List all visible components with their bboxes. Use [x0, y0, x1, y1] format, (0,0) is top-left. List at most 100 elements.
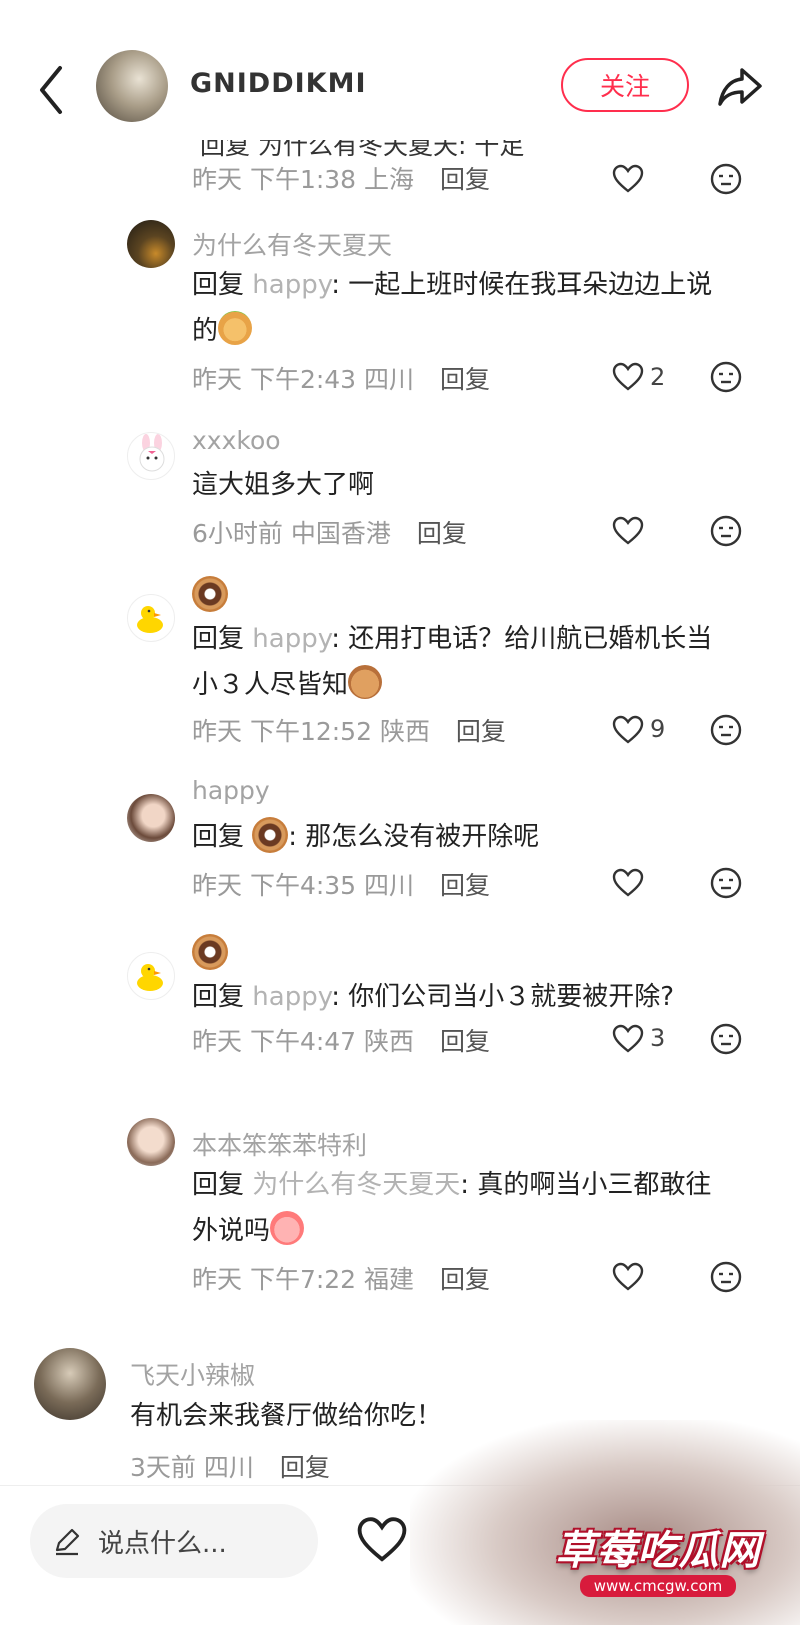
top-bar: GNIDDIKMI 关注 [0, 0, 800, 140]
reply-prefix: 回复 [192, 982, 245, 1012]
author-avatar[interactable] [96, 50, 168, 122]
reply-button[interactable]: 回复 [440, 165, 490, 194]
mention[interactable]: 为什么有冬天夏天 [252, 1170, 460, 1200]
avatar[interactable] [127, 220, 175, 268]
reply-button[interactable]: 回复 [440, 1027, 490, 1056]
dislike-face-icon[interactable] [710, 1261, 742, 1293]
like-count: 2 [650, 363, 666, 391]
reply-button[interactable]: 回复 [280, 1453, 330, 1482]
comment-content-line2: 的 [192, 316, 219, 346]
comment-text: 回复 : 那怎么没有被开除呢 [192, 814, 762, 860]
comment-location: 上海 [364, 165, 415, 194]
reply-prefix: 回复 [192, 1170, 245, 1200]
reply-button[interactable]: 回复 [440, 365, 490, 394]
dislike-face-icon[interactable] [710, 867, 742, 899]
comment-input-placeholder: 说点什么... [98, 1528, 227, 1559]
dislike-face-icon[interactable] [710, 1023, 742, 1055]
comment-content: : 真的啊当小三都敢往 [460, 1170, 712, 1200]
like-heart-icon[interactable] [612, 1262, 644, 1292]
comment-meta: 昨天 下午7:22 福建 回复 [192, 1260, 490, 1296]
comment-text: 回复 happy: 你们公司当小３就要被开除? [192, 974, 762, 1020]
reply-button[interactable]: 回复 [440, 1265, 490, 1294]
comment-time: 昨天 下午12:52 [192, 717, 372, 746]
donut-username-icon[interactable] [192, 934, 228, 970]
comment-username[interactable]: happy [192, 776, 270, 805]
comment-content: : 一起上班时候在我耳朵边边上说 [331, 270, 713, 300]
follow-button[interactable]: 关注 [561, 58, 689, 112]
comment-text: 這大姐多大了啊 [192, 462, 762, 508]
comment-meta: 昨天 下午12:52 陕西 回复 [192, 712, 506, 748]
comment-time: 昨天 下午7:22 [192, 1265, 357, 1294]
dog-emoji-icon [348, 665, 383, 699]
comment-meta: 昨天 下午4:47 陕西 回复 [192, 1022, 490, 1058]
comment-time: 昨天 下午1:38 [192, 165, 357, 194]
back-arrow-icon[interactable] [34, 60, 70, 120]
dislike-face-icon[interactable] [710, 163, 742, 195]
like-heart-icon[interactable] [612, 868, 644, 898]
crying-emoji-icon [270, 1211, 305, 1245]
comment-content: : 还用打电话？给川航已婚机长当 [331, 624, 713, 654]
comment-time: 3天前 [130, 1453, 196, 1482]
reply-button[interactable]: 回复 [417, 519, 467, 548]
comment-username[interactable]: 为什么有冬天夏天 [192, 226, 392, 262]
donut-username-icon[interactable] [192, 576, 228, 612]
pencil-icon [55, 1528, 80, 1556]
comment-text: 回复 为什么有冬天夏天: 真的啊当小三都敢往 外说吗 [192, 1162, 762, 1254]
sticker-emoji-icon [218, 311, 253, 345]
comment-content: : 那怎么没有被开除呢 [288, 822, 540, 852]
comment-location: 中国香港 [290, 519, 391, 548]
reply-prefix: 回复 [192, 270, 245, 300]
like-count: 9 [650, 715, 666, 743]
comment-text: 回复 happy: 还用打电话？给川航已婚机长当 小３人尽皆知 [192, 616, 762, 708]
like-heart-icon[interactable] [612, 164, 644, 194]
mention[interactable]: happy [252, 982, 331, 1012]
avatar[interactable] [127, 794, 175, 842]
like-heart-icon[interactable] [612, 1024, 644, 1054]
comment-time: 昨天 下午2:43 [192, 365, 357, 394]
like-heart-icon[interactable] [612, 516, 644, 546]
dislike-face-icon[interactable] [710, 515, 742, 547]
comment-username[interactable]: 飞天小辣椒 [130, 1356, 255, 1392]
comment-location: 陕西 [364, 1027, 415, 1056]
comment-location: 四川 [364, 365, 415, 394]
avatar[interactable] [127, 432, 175, 480]
reply-button[interactable]: 回复 [440, 871, 490, 900]
reply-button[interactable]: 回复 [456, 717, 506, 746]
comment-text: 回复 happy: 一起上班时候在我耳朵边边上说 的 [192, 262, 762, 354]
comment-time: 昨天 下午4:35 [192, 871, 357, 900]
comment-content-line2: 外说吗 [192, 1216, 271, 1246]
avatar[interactable] [127, 1118, 175, 1166]
comment-content-line2: 小３人尽皆知 [192, 670, 349, 700]
avatar[interactable] [34, 1348, 106, 1420]
watermark-text: 草莓吃瓜网 [555, 1528, 761, 1574]
comment-meta: 昨天 下午1:38 上海 回复 [192, 160, 490, 196]
comment-content: : 你们公司当小３就要被开除? [331, 982, 675, 1012]
donut-mention-icon[interactable] [252, 817, 289, 853]
comment-meta: 3天前 四川 回复 [130, 1448, 330, 1484]
comment-content: 有机会来我餐厅做给你吃！ [130, 1401, 443, 1431]
like-heart-icon[interactable] [612, 362, 644, 392]
comment-content: 這大姐多大了啊 [192, 470, 375, 500]
comment-time: 昨天 下午4:47 [192, 1027, 357, 1056]
mention[interactable]: happy [252, 270, 331, 300]
comment-location: 陕西 [379, 717, 430, 746]
comment-meta: 昨天 下午2:43 四川 回复 [192, 360, 490, 396]
mention[interactable]: happy [252, 624, 331, 654]
author-name[interactable]: GNIDDIKMI [190, 68, 367, 99]
comment-input[interactable]: 说点什么... [30, 1504, 318, 1578]
dislike-face-icon[interactable] [710, 714, 742, 746]
dislike-face-icon[interactable] [710, 361, 742, 393]
like-heart-icon[interactable] [356, 1516, 408, 1564]
duck-avatar[interactable] [127, 594, 175, 642]
comment-location: 四川 [364, 871, 415, 900]
like-count: 3 [650, 1024, 666, 1052]
like-heart-icon[interactable] [612, 715, 644, 745]
comment-username[interactable]: xxxkoo [192, 426, 281, 455]
comment-meta: 昨天 下午4:35 四川 回复 [192, 866, 490, 902]
comment-location: 福建 [364, 1265, 415, 1294]
share-icon[interactable] [716, 62, 764, 110]
duck-avatar[interactable] [127, 952, 175, 1000]
comment-time: 6小时前 [192, 519, 283, 548]
watermark-url: www.cmcgw.com [579, 1575, 737, 1597]
comment-username[interactable]: 本本笨笨苯特利 [192, 1126, 367, 1162]
